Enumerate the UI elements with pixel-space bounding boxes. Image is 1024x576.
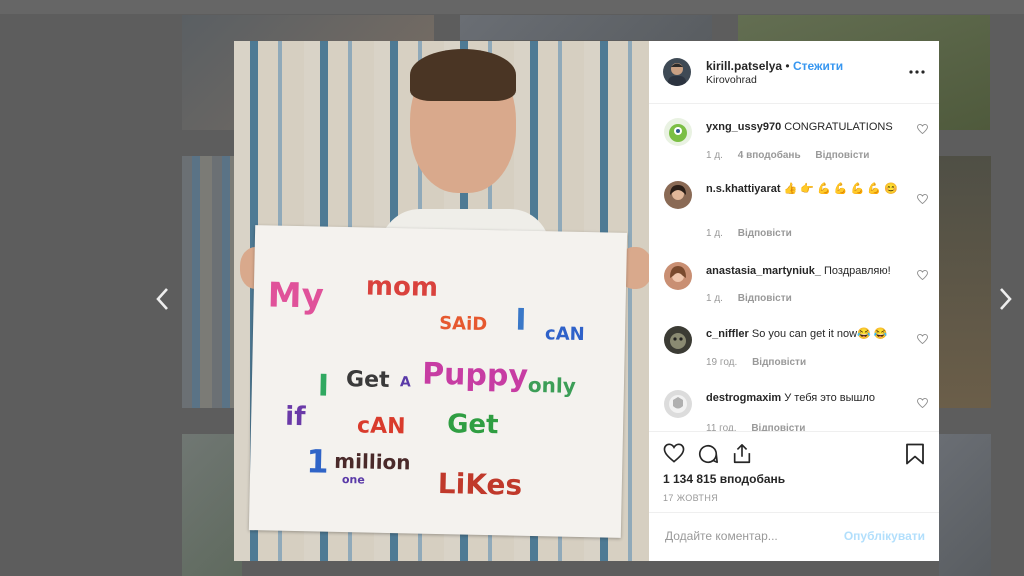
comment-text: anastasia_martyniuk_ Поздравляю! (706, 264, 906, 279)
chevron-left-icon[interactable] (155, 287, 169, 315)
sign-word: SAiD (438, 313, 488, 336)
commenter-avatar[interactable] (664, 390, 692, 418)
location-link[interactable]: Kirovohrad (706, 74, 757, 86)
grid-thumbnail[interactable] (939, 156, 991, 408)
comment-input[interactable] (663, 528, 837, 544)
post-modal: My mom SAiD I cAN I Get A Puppy only if … (234, 41, 939, 561)
post-side-panel: kirill.patselya • Стежити Kirovohrad yxn… (649, 41, 939, 561)
sign-word: LiKes (437, 467, 523, 502)
reply-button[interactable]: Відповісти (815, 150, 869, 161)
comment-body: У тебя это вышло (784, 392, 875, 404)
sign-word: one (341, 473, 365, 487)
grid-thumbnail[interactable] (460, 15, 712, 40)
commenter-avatar[interactable] (664, 181, 692, 209)
comment-time[interactable]: 1 д. (706, 228, 723, 239)
heart-icon[interactable] (917, 333, 928, 347)
handwritten-sign: My mom SAiD I cAN I Get A Puppy only if … (248, 225, 628, 538)
comment-text: n.s.khattiyarat 👍 👉 💪 💪 💪 💪 😊 (706, 182, 906, 197)
comment-item: n.s.khattiyarat 👍 👉 💪 💪 💪 💪 😊 1 д. Відпо… (649, 166, 939, 246)
sign-word: Get (446, 409, 499, 441)
comment-meta: 11 год. Відповісти (706, 423, 817, 431)
grid-thumbnail[interactable] (182, 434, 242, 576)
sign-word: cAN (356, 413, 406, 440)
sign-word: if (284, 401, 306, 433)
sign-word: cAN (544, 323, 585, 346)
commenter-avatar[interactable] (664, 326, 692, 354)
comment-body: Поздравляю! (824, 265, 891, 277)
comment-time[interactable]: 1 д. (706, 293, 723, 304)
grid-thumbnail[interactable] (939, 434, 991, 576)
comment-time[interactable]: 19 год. (706, 357, 737, 368)
comment-body: CONGRATULATIONS (784, 121, 893, 133)
sign-word: 1 (305, 442, 329, 481)
comment-item: anastasia_martyniuk_ Поздравляю! 1 д. Ві… (649, 246, 939, 310)
heart-icon[interactable] (917, 397, 928, 411)
comment-item: c_niffler So you can get it now😂 😂 19 го… (649, 310, 939, 374)
author-avatar[interactable] (663, 58, 691, 86)
reply-button[interactable]: Відповісти (738, 228, 792, 239)
comment-composer: Опублікувати (649, 512, 939, 563)
top-bar (0, 0, 1024, 14)
post-header: kirill.patselya • Стежити Kirovohrad (649, 41, 939, 104)
heart-icon[interactable] (917, 123, 928, 137)
comment-time[interactable]: 11 год. (706, 423, 737, 431)
sign-word: Get (345, 367, 390, 393)
more-horizontal-icon[interactable] (909, 61, 925, 79)
reply-button[interactable]: Відповісти (738, 293, 792, 304)
comment-text: c_niffler So you can get it now😂 😂 (706, 327, 906, 342)
sign-word: million (334, 448, 411, 475)
comment-item: destrogmaxim У тебя это вышло 11 год. Ві… (649, 374, 939, 431)
heart-icon[interactable] (663, 443, 685, 465)
comment-meta: 1 д. Відповісти (706, 293, 804, 304)
comment-likes[interactable]: 4 вподобань (738, 150, 801, 161)
chevron-right-icon[interactable] (999, 287, 1013, 315)
comment-text: yxng_ussy970 CONGRATULATIONS (706, 120, 906, 135)
sign-word: A (399, 374, 411, 391)
comment-icon[interactable] (697, 443, 719, 465)
comment-item: yxng_ussy970 CONGRATULATIONS 1 д. 4 впод… (649, 104, 939, 166)
post-photo[interactable]: My mom SAiD I cAN I Get A Puppy only if … (234, 41, 649, 561)
comment-body: 👍 👉 💪 💪 💪 💪 😊 (783, 183, 898, 195)
bookmark-icon[interactable] (905, 443, 927, 465)
commenter-username[interactable]: n.s.khattiyarat (706, 183, 781, 195)
publish-button[interactable]: Опублікувати (844, 529, 925, 543)
comment-meta: 19 год. Відповісти (706, 357, 818, 368)
heart-icon[interactable] (917, 193, 928, 207)
commenter-avatar[interactable] (664, 262, 692, 290)
author-username[interactable]: kirill.patselya (706, 59, 782, 73)
sign-word: only (527, 372, 577, 398)
reply-button[interactable]: Відповісти (752, 357, 806, 368)
follow-button[interactable]: Стежити (793, 59, 843, 73)
comment-time[interactable]: 1 д. (706, 150, 723, 161)
commenter-username[interactable]: c_niffler (706, 328, 749, 340)
reply-button[interactable]: Відповісти (751, 423, 805, 431)
separator-dot: • (785, 59, 790, 73)
sign-word: I (317, 368, 330, 404)
comment-body: So you can get it now😂 😂 (751, 328, 888, 340)
sign-word: mom (365, 271, 439, 303)
grid-thumbnail[interactable] (182, 156, 242, 408)
sign-word: My (267, 275, 325, 317)
heart-icon[interactable] (917, 269, 928, 283)
commenter-username[interactable]: yxng_ussy970 (706, 121, 781, 133)
share-icon[interactable] (731, 443, 753, 465)
sign-word: Puppy (421, 356, 529, 394)
comment-meta: 1 д. Відповісти (706, 228, 804, 239)
commenter-avatar[interactable] (664, 118, 692, 146)
sign-word: I (514, 302, 527, 338)
commenter-username[interactable]: anastasia_martyniuk_ (706, 265, 821, 277)
post-date[interactable]: 17 жовтня (663, 493, 718, 503)
author-line: kirill.patselya • Стежити (706, 59, 843, 73)
likes-count[interactable]: 1 134 815 вподобань (663, 472, 785, 486)
post-actions: 1 134 815 вподобань 17 жовтня Опублікува… (649, 431, 939, 562)
boy-hair (410, 49, 516, 101)
comment-text: destrogmaxim У тебя это вышло (706, 391, 906, 406)
comment-meta: 1 д. 4 вподобань Відповісти (706, 150, 881, 161)
commenter-username[interactable]: destrogmaxim (706, 392, 781, 404)
comments-list[interactable]: yxng_ussy970 CONGRATULATIONS 1 д. 4 впод… (649, 104, 939, 431)
